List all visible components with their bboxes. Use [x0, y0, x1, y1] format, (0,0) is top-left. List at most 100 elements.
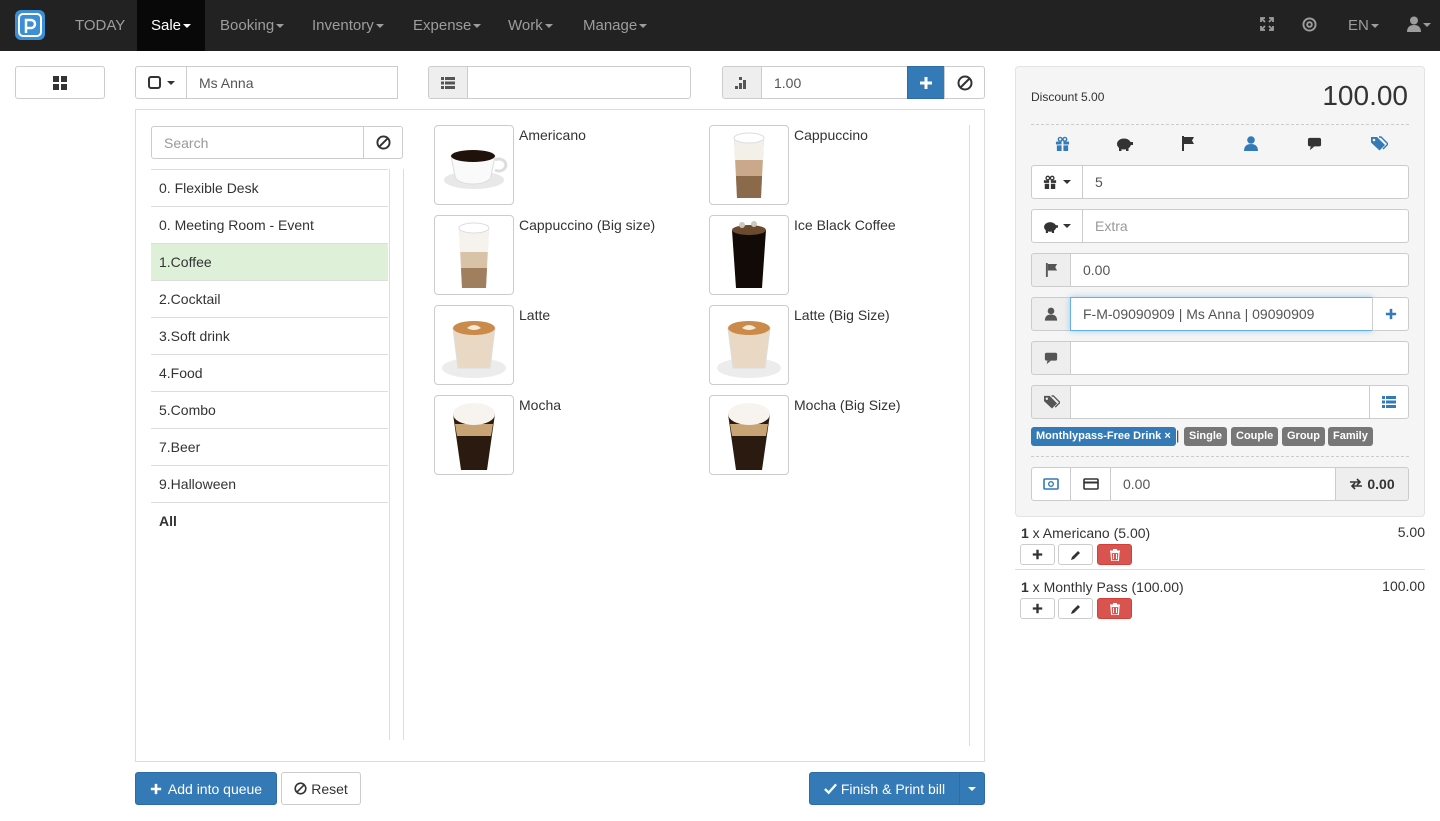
product-card[interactable]: Mocha [434, 395, 694, 475]
latte-big-image [709, 305, 789, 385]
support-icon[interactable] [1302, 17, 1317, 35]
clear-search-button[interactable] [363, 126, 403, 159]
delete-line-button[interactable] [1097, 598, 1132, 619]
add-into-queue-button[interactable]: Add into queue [135, 772, 277, 805]
product-card[interactable]: Mocha (Big Size) [709, 395, 969, 475]
caret-down-icon [1063, 180, 1071, 184]
pencil-icon [1070, 604, 1080, 614]
product-scrollbar[interactable] [969, 125, 970, 746]
cash-payment-button[interactable] [1031, 467, 1071, 501]
caret-down-icon [166, 80, 175, 85]
change-amount: 0.00 [1335, 467, 1409, 501]
extra-type-dropdown[interactable] [1031, 209, 1083, 243]
product-card[interactable]: Latte (Big Size) [709, 305, 969, 385]
caret-down-icon [639, 24, 648, 29]
quantity-input[interactable]: 1.00 [761, 66, 908, 99]
nav-inventory[interactable]: Inventory [298, 0, 398, 51]
nav-expense[interactable]: Expense [399, 0, 495, 51]
product-name: Cappuccino (Big size) [519, 217, 656, 233]
category-search-input[interactable]: Search [151, 126, 364, 159]
tag-couple[interactable]: Couple [1231, 427, 1279, 446]
tags-icon[interactable] [1370, 136, 1389, 154]
nav-work[interactable]: Work [494, 0, 567, 51]
caret-down-icon [1370, 24, 1379, 29]
card-payment-button[interactable] [1070, 467, 1111, 501]
discount-type-dropdown[interactable] [1031, 165, 1083, 199]
category-item[interactable]: 7.Beer [151, 428, 388, 465]
customer-input[interactable]: Ms Anna [186, 66, 398, 99]
note-input[interactable] [1070, 341, 1409, 375]
product-card[interactable]: Latte [434, 305, 694, 385]
piggy-bank-icon [1044, 221, 1058, 233]
add-item-button[interactable] [907, 66, 945, 99]
category-item[interactable]: 5.Combo [151, 391, 388, 428]
caret-down-icon [375, 24, 384, 29]
reset-button[interactable]: Reset [281, 772, 361, 805]
payment-amount-input[interactable]: 0.00 [1110, 467, 1336, 501]
clear-quantity-button[interactable] [944, 66, 985, 99]
category-item[interactable]: 9.Halloween [151, 465, 388, 502]
category-item[interactable]: 3.Soft drink [151, 317, 388, 354]
flag-value-input[interactable]: 0.00 [1070, 253, 1409, 287]
category-item[interactable]: 0. Meeting Room - Event [151, 206, 388, 243]
product-name: Americano [519, 127, 586, 143]
nav-manage[interactable]: Manage [569, 0, 661, 51]
trash-icon [1109, 602, 1120, 615]
discount-input[interactable]: 5 [1082, 165, 1409, 199]
order-line-name: x Monthly Pass (100.00) [1028, 579, 1184, 595]
product-card[interactable]: Cappuccino (Big size) [434, 215, 694, 295]
nav-sale-label: Sale [151, 17, 182, 34]
comment-icon[interactable] [1307, 136, 1322, 154]
tag-separator: | [1176, 428, 1180, 443]
nav-sale[interactable]: Sale [137, 0, 205, 51]
product-card[interactable]: Ice Black Coffee [709, 215, 969, 295]
nav-language[interactable]: EN [1334, 0, 1393, 51]
add-customer-button[interactable] [1372, 297, 1409, 331]
table-input[interactable] [467, 66, 691, 99]
delete-line-button[interactable] [1097, 544, 1132, 565]
category-item[interactable]: 4.Food [151, 354, 388, 391]
nav-booking[interactable]: Booking [206, 0, 298, 51]
category-item-active[interactable]: 1.Coffee [151, 243, 388, 280]
piggy-bank-icon[interactable] [1116, 136, 1134, 154]
caret-down-icon [544, 24, 553, 29]
flag-icon[interactable] [1181, 136, 1195, 154]
extra-input[interactable]: Extra [1082, 209, 1409, 243]
tags-list-button[interactable] [1369, 385, 1409, 419]
grid-view-button[interactable] [15, 66, 105, 99]
customer-field[interactable]: F-M-09090909 | Ms Anna | 09090909 [1070, 297, 1373, 331]
nav-expense-label: Expense [413, 17, 472, 34]
increase-qty-button[interactable] [1020, 598, 1055, 619]
tags-input[interactable] [1070, 385, 1370, 419]
finish-options-dropdown[interactable] [959, 772, 985, 805]
increase-qty-button[interactable] [1020, 544, 1055, 565]
list-icon [1382, 396, 1396, 408]
americano-image [434, 125, 514, 205]
category-item-all[interactable]: All [151, 502, 388, 539]
ban-icon [294, 782, 307, 795]
product-card[interactable]: Cappuccino [709, 125, 969, 205]
tag-monthlypass-free-drink[interactable]: Monthlypass-Free Drink × [1031, 427, 1176, 446]
category-item[interactable]: 2.Cocktail [151, 280, 388, 317]
category-item[interactable]: 0. Flexible Desk [151, 169, 388, 206]
tag-family[interactable]: Family [1328, 427, 1373, 446]
product-card[interactable]: Americano [434, 125, 694, 205]
discount-label: Discount 5.00 [1031, 90, 1105, 104]
order-total: 100.00 [1322, 80, 1408, 111]
mocha-big-image [709, 395, 789, 475]
finish-print-bill-button[interactable]: Finish & Print bill [809, 772, 960, 805]
tag-single[interactable]: Single [1184, 427, 1228, 446]
select-checkbox-dropdown[interactable] [135, 66, 187, 99]
gift-icon [1043, 175, 1057, 189]
edit-line-button[interactable] [1058, 544, 1093, 565]
user-menu-icon[interactable] [1407, 16, 1431, 35]
fullscreen-icon[interactable] [1260, 17, 1274, 34]
product-name: Ice Black Coffee [794, 217, 896, 233]
person-icon[interactable] [1243, 136, 1259, 154]
gift-icon[interactable] [1055, 136, 1070, 154]
order-line-amount: 100.00 [1382, 578, 1425, 594]
tag-group[interactable]: Group [1282, 427, 1325, 446]
nav-today[interactable]: TODAY [61, 0, 139, 51]
app-logo[interactable] [15, 10, 45, 40]
edit-line-button[interactable] [1058, 598, 1093, 619]
